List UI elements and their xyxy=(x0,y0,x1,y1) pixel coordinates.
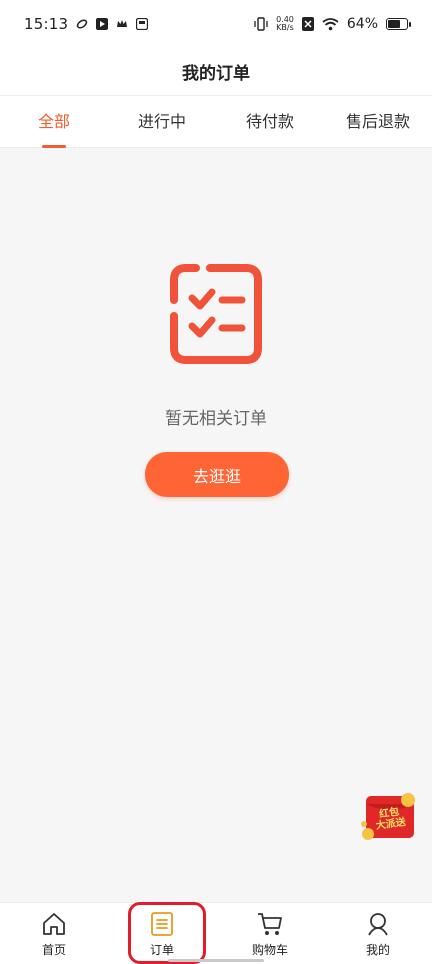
tab-all[interactable]: 全部 xyxy=(0,96,108,148)
page-header: 我的订单 xyxy=(0,48,432,96)
home-icon xyxy=(43,912,65,935)
nav-home[interactable]: 首页 xyxy=(0,903,108,964)
order-icon xyxy=(151,911,173,936)
nav-profile-label: 我的 xyxy=(365,942,390,957)
nav-cart[interactable]: 购物车 xyxy=(216,903,324,964)
go-shopping-button[interactable]: 去逛逛 xyxy=(145,452,289,497)
net-speed-unit: KB/s xyxy=(276,23,294,32)
nav-orders-label: 订单 xyxy=(149,942,174,957)
page-title: 我的订单 xyxy=(182,64,250,84)
no-sim-icon xyxy=(301,17,314,31)
tab-after-sales[interactable]: 售后退款 xyxy=(324,96,432,148)
sync-icon xyxy=(77,19,88,29)
bottom-nav: 首页 订单 购物车 我的 xyxy=(0,902,432,964)
battery-percent: 64% xyxy=(346,16,378,32)
play-app-icon xyxy=(96,18,109,30)
order-checklist-icon xyxy=(170,264,262,364)
empty-message: 暂无相关订单 xyxy=(165,409,267,429)
battery-icon xyxy=(386,18,411,30)
nav-profile[interactable]: 我的 xyxy=(324,903,432,964)
red-packet-widget[interactable]: 红包 大派送 xyxy=(360,790,420,842)
order-tabs: 全部 进行中 待付款 售后退款 xyxy=(0,96,432,148)
status-bar: 15:13 0.40 KB/s 64% xyxy=(0,0,432,48)
tab-pending-payment[interactable]: 待付款 xyxy=(216,96,324,148)
tab-in-progress[interactable]: 进行中 xyxy=(108,96,216,148)
profile-icon xyxy=(368,912,388,935)
store-app-icon xyxy=(136,18,149,30)
status-time: 15:13 xyxy=(24,15,69,33)
net-speed: 0.40 KB/s xyxy=(276,16,294,32)
cart-icon xyxy=(258,912,282,935)
nav-orders[interactable]: 订单 xyxy=(108,903,216,964)
status-right: 0.40 KB/s 64% xyxy=(254,16,411,32)
vibrate-icon xyxy=(254,17,268,31)
nav-cart-label: 购物车 xyxy=(251,942,288,957)
wifi-icon xyxy=(322,18,339,31)
battery-level xyxy=(388,20,400,28)
status-left: 15:13 xyxy=(24,15,149,33)
crown-icon xyxy=(117,20,128,27)
nav-home-label: 首页 xyxy=(41,942,66,957)
home-indicator[interactable] xyxy=(168,959,264,962)
